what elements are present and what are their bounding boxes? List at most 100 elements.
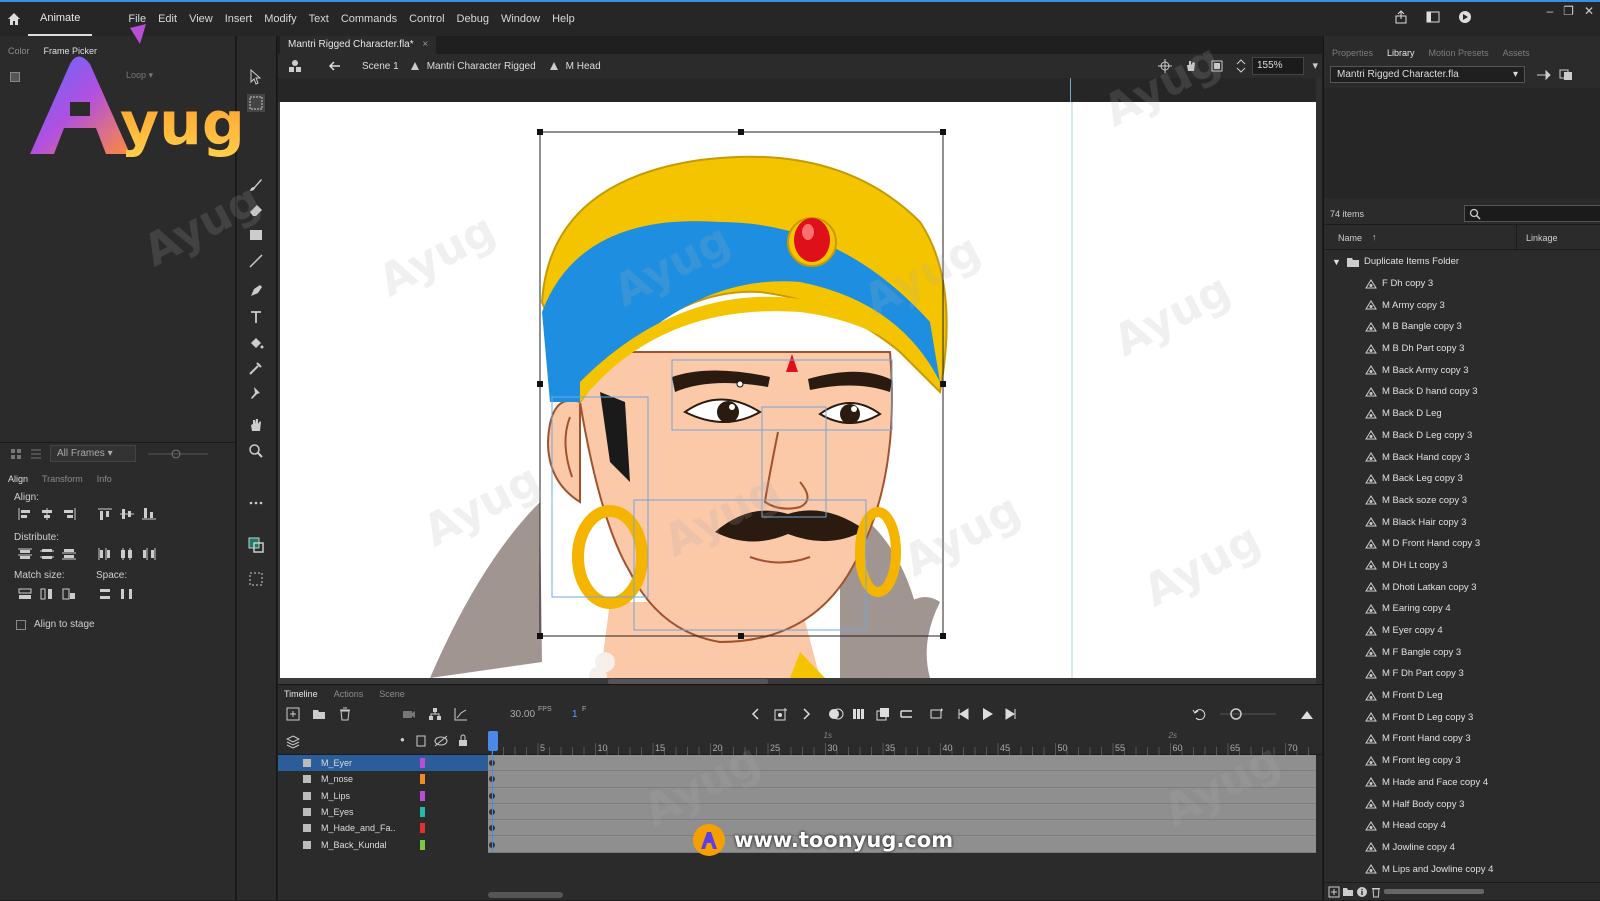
line-tool-icon[interactable] bbox=[247, 252, 265, 270]
distribute-bottom-icon[interactable] bbox=[62, 548, 76, 560]
zoom-stepper-icon[interactable] bbox=[1236, 58, 1246, 74]
pin-library-icon[interactable] bbox=[1536, 69, 1552, 81]
library-item[interactable]: M Back Army copy 3 bbox=[1324, 359, 1600, 381]
layer-row[interactable]: M_Eyes bbox=[278, 804, 488, 820]
library-item[interactable]: M F Dh Part copy 3 bbox=[1324, 663, 1600, 685]
step-back-icon[interactable] bbox=[956, 707, 970, 721]
fps-value[interactable]: 30.00 bbox=[510, 709, 535, 720]
space-vertical-icon[interactable] bbox=[98, 588, 112, 600]
library-item[interactable]: M Front Hand copy 3 bbox=[1324, 728, 1600, 750]
layers-stack-icon[interactable] bbox=[286, 735, 300, 749]
chevron-down-icon[interactable]: ▼ bbox=[1332, 257, 1341, 267]
distribute-hcenter-icon[interactable] bbox=[120, 548, 134, 560]
delete-icon[interactable] bbox=[1370, 886, 1382, 898]
timeline-scrollbar[interactable] bbox=[488, 892, 563, 898]
library-item[interactable]: M F Bangle copy 3 bbox=[1324, 641, 1600, 663]
edit-multiple-frames-icon[interactable] bbox=[876, 707, 890, 721]
camera-icon[interactable] bbox=[402, 707, 416, 721]
tab-actions[interactable]: Actions bbox=[334, 689, 364, 703]
library-item[interactable]: M Dhoti Latkan copy 3 bbox=[1324, 576, 1600, 598]
tab-assets[interactable]: Assets bbox=[1503, 48, 1530, 62]
back-arrow-icon[interactable] bbox=[328, 59, 342, 73]
align-left-icon[interactable] bbox=[18, 508, 32, 520]
rectangle-tool-icon[interactable] bbox=[247, 226, 265, 244]
zoom-dropdown-icon[interactable]: ▾ bbox=[1312, 59, 1318, 72]
restore-icon[interactable]: ❐ bbox=[1563, 4, 1574, 18]
breadcrumb-current[interactable]: M Head bbox=[566, 61, 601, 72]
zoom-input[interactable]: 155% bbox=[1252, 57, 1304, 75]
library-document-select[interactable]: Mantri Rigged Character.fla ▾ bbox=[1330, 66, 1525, 83]
library-item[interactable]: F Dh copy 3 bbox=[1324, 273, 1600, 295]
distribute-right-icon[interactable] bbox=[142, 548, 156, 560]
library-item[interactable]: M Back D hand copy 3 bbox=[1324, 381, 1600, 403]
distribute-left-icon[interactable] bbox=[98, 548, 112, 560]
align-vcenter-icon[interactable] bbox=[120, 508, 134, 520]
library-item[interactable]: M Head copy 4 bbox=[1324, 815, 1600, 837]
layer-color-swatch[interactable] bbox=[420, 790, 425, 801]
distribute-vcenter-icon[interactable] bbox=[40, 548, 54, 560]
lock-toggle-icon[interactable] bbox=[458, 734, 468, 747]
linkage-column-header[interactable]: Linkage bbox=[1526, 233, 1558, 243]
list-view-icon[interactable] bbox=[30, 448, 42, 460]
zoom-tool-icon[interactable] bbox=[247, 442, 265, 460]
library-item[interactable]: M Back Hand copy 3 bbox=[1324, 446, 1600, 468]
tab-motion-presets[interactable]: Motion Presets bbox=[1429, 48, 1489, 62]
layer-row[interactable]: M_Lips bbox=[278, 788, 488, 804]
pen-tool-icon[interactable] bbox=[247, 282, 265, 300]
library-item[interactable]: M Army copy 3 bbox=[1324, 294, 1600, 316]
library-item[interactable]: M Front leg copy 3 bbox=[1324, 750, 1600, 772]
zoom-slider-icon[interactable] bbox=[144, 448, 214, 460]
align-to-stage-checkbox[interactable] bbox=[16, 620, 26, 630]
new-folder-icon[interactable] bbox=[312, 707, 326, 721]
frame-row[interactable] bbox=[488, 771, 1316, 788]
library-folder[interactable]: ▼ Duplicate Items Folder bbox=[1324, 251, 1600, 273]
space-horizontal-icon[interactable] bbox=[120, 588, 134, 600]
more-tools-icon[interactable] bbox=[247, 494, 265, 512]
close-icon[interactable]: ✕ bbox=[1584, 4, 1594, 18]
library-search-input[interactable] bbox=[1464, 205, 1600, 222]
hand-tool-icon[interactable] bbox=[247, 416, 265, 434]
onion-skin-outline-icon[interactable] bbox=[852, 707, 866, 721]
layer-row[interactable]: M_nose bbox=[278, 771, 488, 787]
tab-scene[interactable]: Scene bbox=[379, 689, 405, 703]
document-tab[interactable]: Mantri Rigged Character.fla* × bbox=[280, 36, 437, 54]
center-stage-icon[interactable] bbox=[1158, 59, 1172, 73]
menu-control[interactable]: Control bbox=[403, 13, 450, 25]
new-library-panel-icon[interactable] bbox=[1559, 69, 1573, 81]
frame-row[interactable] bbox=[488, 804, 1316, 821]
layer-color-swatch[interactable] bbox=[420, 839, 425, 850]
show-all-dot-icon[interactable]: ● bbox=[400, 735, 405, 744]
eraser-tool-icon[interactable] bbox=[247, 201, 265, 219]
library-item[interactable]: M Back D Leg copy 3 bbox=[1324, 425, 1600, 447]
frames-filter-select[interactable]: All Frames ▾ bbox=[50, 445, 136, 462]
layer-color-swatch[interactable] bbox=[420, 774, 425, 785]
eyedropper-tool-icon[interactable] bbox=[247, 359, 265, 377]
frame-row[interactable] bbox=[488, 788, 1316, 804]
loop-playback-icon[interactable] bbox=[900, 707, 914, 721]
match-height-icon[interactable] bbox=[40, 588, 54, 600]
menu-debug[interactable]: Debug bbox=[451, 13, 495, 25]
new-symbol-icon[interactable] bbox=[1328, 886, 1340, 898]
match-width-height-icon[interactable] bbox=[62, 588, 76, 600]
breadcrumb-symbol[interactable]: Mantri Character Rigged bbox=[427, 61, 536, 72]
graph-icon[interactable] bbox=[454, 707, 468, 721]
library-item[interactable]: M Back soze copy 3 bbox=[1324, 490, 1600, 512]
name-column-header[interactable]: Name bbox=[1338, 233, 1362, 243]
timeline-zoom-slider[interactable] bbox=[1218, 707, 1278, 721]
step-forward-icon[interactable] bbox=[1004, 707, 1018, 721]
library-item[interactable]: M Black Hair copy 3 bbox=[1324, 511, 1600, 533]
breadcrumb-scene[interactable]: Scene 1 bbox=[362, 61, 399, 72]
go-first-frame-icon[interactable] bbox=[930, 707, 944, 721]
library-item[interactable]: M Front D Leg copy 3 bbox=[1324, 706, 1600, 728]
library-item[interactable]: M Lips and Jowline copy 4 bbox=[1324, 858, 1600, 880]
edit-symbols-icon[interactable] bbox=[288, 59, 302, 73]
layer-parenting-icon[interactable] bbox=[428, 707, 442, 721]
frame-picker-checkbox[interactable] bbox=[10, 72, 20, 82]
sort-arrow-icon[interactable]: ↑ bbox=[1372, 232, 1377, 242]
layer-color-swatch[interactable] bbox=[420, 807, 425, 818]
new-folder-icon[interactable] bbox=[1342, 886, 1354, 898]
library-scrollbar[interactable] bbox=[1384, 889, 1484, 894]
properties-icon[interactable] bbox=[1356, 886, 1368, 898]
layer-row[interactable]: M_Hade_and_Fa.. bbox=[278, 820, 488, 836]
snap-icon[interactable] bbox=[247, 570, 265, 588]
